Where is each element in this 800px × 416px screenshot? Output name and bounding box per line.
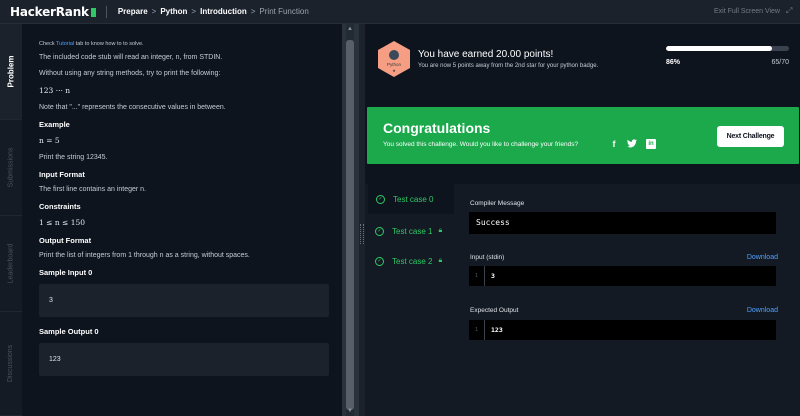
breadcrumb-current: Print Function [259,7,309,16]
constraints-text: 1 ≤ n ≤ 150 [39,218,86,227]
top-bar: HackerRank Prepare > Python > Introducti… [0,0,800,24]
lock-icon: 🔒︎ [438,257,443,264]
congrats-title: Congratulations [383,120,491,136]
problem-statement: Check Tutorial tab to know how to to sol… [22,24,342,416]
problem-scrollbar[interactable]: ▲ ▼ [342,24,359,416]
points-earned-title: You have earned 20.00 points! [418,49,554,60]
tutorial-hint: Check Tutorial tab to know how to to sol… [39,41,144,47]
constraints-heading: Constraints [39,202,81,211]
scrollbar-thumb[interactable] [346,40,354,410]
input-label: Input (stdin) [470,254,505,261]
scroll-down-icon[interactable]: ▼ [345,408,355,414]
output-format-text: Print the list of integers from 1 throug… [39,252,250,259]
divider [105,5,107,18]
sample-input-box: 3 [39,284,329,317]
linkedin-icon[interactable]: in [646,139,656,149]
test-case-1[interactable]: ✓ Test case 1 🔒︎ [368,216,454,246]
scroll-up-icon[interactable]: ▲ [345,26,355,32]
output-format-heading: Output Format [39,236,92,245]
example-heading: Example [39,120,70,129]
problem-instruction: Without using any string methods, try to… [39,70,221,77]
twitter-icon[interactable] [627,139,637,149]
progress-points: 65/70 [771,59,789,66]
check-icon: ✓ [375,226,384,236]
test-case-2[interactable]: ✓ Test case 2 🔒︎ [368,246,454,276]
tab-submissions[interactable]: Submissions [0,120,22,216]
input-format-heading: Input Format [39,170,85,179]
congrats-subtitle: You solved this challenge. Would you lik… [383,141,579,148]
points-earned-subtitle: You are now 5 points away from the 2nd s… [418,63,599,69]
congratulations-banner: Congratulations You solved this challeng… [367,107,799,164]
expected-output-label: Expected Output [470,307,519,314]
chevron-right-icon: > [250,7,256,16]
sample-output-heading: Sample Output 0 [39,327,99,336]
sample-output-box: 123 [39,343,329,376]
grip-icon [360,224,364,244]
input-value: 3 [491,272,495,280]
input-output-box: 1 3 [469,266,776,286]
breadcrumb-python[interactable]: Python [160,7,187,16]
python-badge-icon: Python ★ [378,41,410,77]
progress-percent: 86% [666,59,681,66]
compiler-message-output: Success [469,212,776,234]
compiler-message-label: Compiler Message [470,200,525,207]
tutorial-link[interactable]: Tutorial [56,41,74,47]
download-expected-link[interactable]: Download [747,307,778,314]
problem-sequence: 123 ··· n [39,86,71,95]
test-case-0[interactable]: ✓ Test case 0 [368,184,454,214]
lock-icon: 🔒︎ [438,227,443,234]
facebook-icon[interactable]: f [609,139,619,149]
check-icon: ✓ [376,194,385,204]
logo-mark-icon [90,7,96,17]
expected-output-box: 1 123 [469,320,776,340]
expected-value: 123 [491,326,503,334]
breadcrumb-introduction[interactable]: Introduction [200,7,247,16]
example-n: n = 5 [39,136,60,145]
tab-discussions[interactable]: Discussions [0,312,22,416]
example-print: Print the string 12345. [39,154,108,161]
tab-leaderboard[interactable]: Leaderboard [0,216,22,312]
expand-icon[interactable]: ⤢ [786,7,794,15]
results-pane: Python ★ You have earned 20.00 points! Y… [365,24,800,416]
hackerrank-logo[interactable]: HackerRank [0,5,96,19]
check-icon: ✓ [375,256,384,266]
breadcrumb-prepare[interactable]: Prepare [118,7,148,16]
exit-fullscreen-link[interactable]: Exit Full Screen View [714,8,780,15]
badge-progress-bar [666,46,789,51]
progress-fill [666,46,772,51]
problem-intro: The included code stub will read an inte… [39,54,223,61]
input-format-text: The first line contains an integer n. [39,186,147,193]
download-input-link[interactable]: Download [747,254,778,261]
problem-note: Note that "..." represents the consecuti… [39,104,226,111]
badge-star: ★ [392,68,396,73]
chevron-right-icon: > [191,7,197,16]
sample-input-heading: Sample Input 0 [39,268,93,277]
side-tabs: Problem Submissions Leaderboard Discussi… [0,24,22,416]
line-number: 1 [469,320,485,340]
chevron-right-icon: > [151,7,157,16]
tab-problem[interactable]: Problem [0,24,22,120]
next-challenge-button[interactable]: Next Challenge [717,126,784,147]
badge-label: Python [387,62,402,67]
line-number: 1 [469,266,485,286]
